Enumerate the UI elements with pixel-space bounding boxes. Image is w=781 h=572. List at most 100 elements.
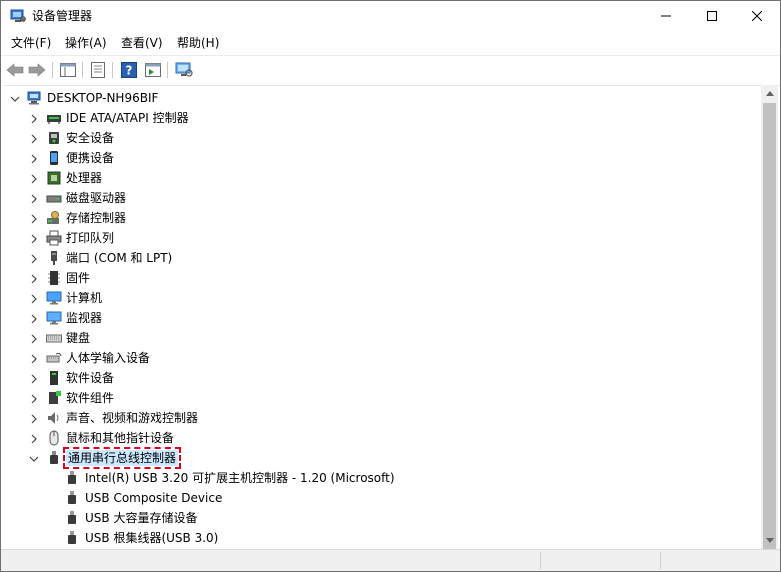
scroll-down-button[interactable]	[761, 532, 778, 549]
forward-arrow-icon	[28, 63, 46, 77]
tree-category-item[interactable]: 固件	[4, 268, 760, 288]
menu-view[interactable]: 查看(V)	[121, 35, 163, 51]
chevron-right-icon[interactable]	[29, 353, 39, 364]
chevron-right-icon[interactable]	[29, 233, 39, 244]
port-icon	[46, 250, 62, 266]
tree-category-item[interactable]: 人体学输入设备	[4, 348, 760, 368]
computer-monitor-icon	[46, 290, 62, 306]
tree-device-item[interactable]: USB 大容量存储设备	[4, 508, 760, 528]
close-icon	[752, 11, 762, 21]
chevron-down-icon[interactable]	[10, 93, 20, 103]
chevron-down-icon[interactable]	[29, 453, 39, 463]
forward-button[interactable]	[27, 60, 47, 80]
scrollbar-thumb[interactable]	[763, 103, 776, 549]
usb-plug-icon	[64, 530, 80, 546]
tree-category-item[interactable]: 监视器	[4, 308, 760, 328]
chevron-right-icon[interactable]	[29, 133, 39, 144]
tree-category-item[interactable]: 磁盘驱动器	[4, 188, 760, 208]
tree-category-item[interactable]: 打印队列	[4, 228, 760, 248]
printer-icon	[46, 230, 62, 246]
mouse-icon	[46, 430, 62, 446]
tree-device-item[interactable]: USB Composite Device	[4, 488, 760, 508]
usb-plug-icon	[64, 510, 80, 526]
chevron-right-icon[interactable]	[29, 333, 39, 344]
back-arrow-icon	[6, 63, 24, 77]
tree-root-computer[interactable]: DESKTOP-NH96BIF	[4, 88, 760, 108]
tree-node-label: 鼠标和其他指针设备	[66, 431, 175, 445]
chevron-right-icon[interactable]	[29, 153, 39, 164]
maximize-button[interactable]	[689, 1, 735, 31]
chevron-right-icon[interactable]	[29, 293, 39, 304]
sound-icon	[46, 410, 62, 426]
tree-node-label: 存储控制器	[66, 211, 127, 225]
tree-node-label: 处理器	[66, 171, 103, 185]
tree-category-item[interactable]: 通用串行总线控制器	[4, 447, 760, 469]
show-hide-console-tree-button[interactable]	[58, 60, 78, 80]
tree-category-item[interactable]: 端口 (COM 和 LPT)	[4, 248, 760, 268]
tree-category-item[interactable]: 安全设备	[4, 128, 760, 148]
monitor-icon	[46, 310, 62, 326]
chevron-right-icon[interactable]	[29, 373, 39, 384]
vertical-scrollbar[interactable]	[761, 85, 778, 549]
usb-plug-icon	[64, 470, 80, 486]
tree-node-label: 便携设备	[66, 151, 115, 165]
chevron-right-icon[interactable]	[29, 413, 39, 424]
hid-icon	[46, 350, 62, 366]
tree-category-item[interactable]: 键盘	[4, 328, 760, 348]
svg-text:?: ?	[126, 64, 133, 78]
usb-plug-icon	[64, 490, 80, 506]
tree-category-item[interactable]: 计算机	[4, 288, 760, 308]
menu-help[interactable]: 帮助(H)	[177, 35, 219, 51]
toolbar-separator	[112, 62, 113, 78]
tree-category-item[interactable]: 软件设备	[4, 368, 760, 388]
tree-device-item[interactable]: USB 根集线器(USB 3.0)	[4, 528, 760, 548]
scan-hardware-button[interactable]	[174, 60, 194, 80]
tree-category-item[interactable]: 存储控制器	[4, 208, 760, 228]
tree-category-item[interactable]: 软件组件	[4, 388, 760, 408]
close-button[interactable]	[734, 1, 780, 31]
tree-category-item[interactable]: 鼠标和其他指针设备	[4, 428, 760, 448]
menu-file[interactable]: 文件(F)	[11, 35, 51, 51]
device-tree[interactable]: DESKTOP-NH96BIF IDE ATA/ATAPI 控制器 安全设备便携设备…	[4, 85, 780, 549]
chevron-down-icon	[765, 538, 774, 543]
title-bar[interactable]: 设备管理器	[1, 1, 780, 31]
minimize-button[interactable]	[643, 1, 689, 31]
tree-device-item[interactable]: Intel(R) USB 3.20 可扩展主机控制器 - 1.20 (Micro…	[4, 468, 760, 488]
tree-category-item[interactable]: 处理器	[4, 168, 760, 188]
chevron-right-icon[interactable]	[29, 253, 39, 264]
chevron-right-icon[interactable]	[29, 273, 39, 284]
software-component-icon	[46, 390, 62, 406]
tree-node-label: 计算机	[66, 291, 103, 305]
tree-node-label: USB Composite Device	[85, 491, 223, 505]
back-button[interactable]	[5, 60, 25, 80]
menu-bar: 文件(F) 操作(A) 查看(V) 帮助(H)	[1, 32, 780, 54]
toolbar: ?	[1, 55, 780, 83]
device-manager-icon	[10, 9, 26, 23]
tree-node-label: USB 大容量存储设备	[85, 511, 198, 525]
software-device-icon	[46, 370, 62, 386]
properties-button[interactable]	[88, 60, 108, 80]
processor-icon	[46, 170, 62, 186]
tree-node-label: 人体学输入设备	[66, 351, 151, 365]
scroll-up-button[interactable]	[761, 85, 778, 102]
tree-category-item[interactable]: 声音、视频和游戏控制器	[4, 408, 760, 428]
chevron-right-icon[interactable]	[29, 433, 39, 444]
tree-category-item[interactable]: 便携设备	[4, 148, 760, 168]
tree-node-label: 软件设备	[66, 371, 115, 385]
menu-action[interactable]: 操作(A)	[65, 35, 107, 51]
chevron-right-icon[interactable]	[29, 313, 39, 324]
help-button[interactable]: ?	[119, 60, 139, 80]
chevron-right-icon[interactable]	[29, 193, 39, 204]
tree-category-item[interactable]: IDE ATA/ATAPI 控制器	[4, 108, 760, 128]
toolbar-separator	[82, 62, 83, 78]
chevron-right-icon[interactable]	[29, 113, 39, 124]
action-view-button[interactable]	[143, 60, 163, 80]
chevron-right-icon[interactable]	[29, 173, 39, 184]
tree-node-label: 磁盘驱动器	[66, 191, 127, 205]
chevron-right-icon[interactable]	[29, 213, 39, 224]
tree-node-label: 固件	[66, 271, 91, 285]
action-pane-icon	[145, 63, 161, 77]
chevron-right-icon[interactable]	[29, 393, 39, 404]
security-device-icon	[46, 130, 62, 146]
toolbar-separator	[52, 62, 53, 78]
